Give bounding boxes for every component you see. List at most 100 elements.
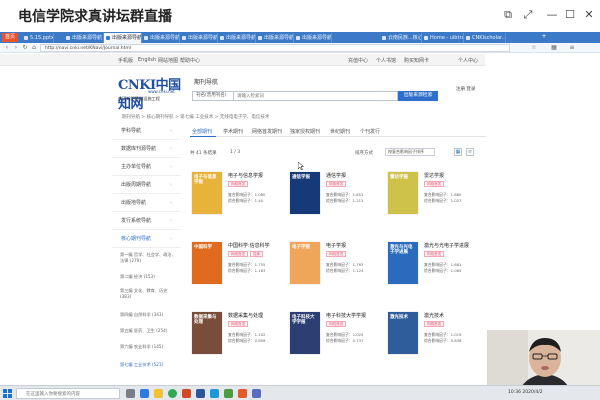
browser-tab[interactable]: 云南民族...核心期刊 <box>380 33 422 43</box>
search-button[interactable]: 出版来源检索 <box>398 91 438 101</box>
journal-card[interactable]: 数据采集与处理 数据采集与处理 网络首发 复合影响因子：1.102 综合影响因子：0.8… <box>192 312 288 372</box>
topnav-personal[interactable]: 个人中心 <box>458 57 478 64</box>
url-input[interactable]: http://navi.cnki.net/KNavi/Journal.html <box>40 44 510 52</box>
topnav-recharge[interactable]: 充值中心 <box>348 57 368 64</box>
grid-view-icon[interactable]: ▦ <box>454 148 462 156</box>
browser-tab[interactable]: 出版来源导航 <box>142 33 180 43</box>
sidebar-item-place[interactable]: 出版地导航 <box>112 194 180 212</box>
windows-start-icon[interactable] <box>3 389 12 398</box>
task-view-icon[interactable] <box>126 389 135 398</box>
journal-name[interactable]: 激光技术 <box>424 312 444 319</box>
qq-icon[interactable] <box>210 389 219 398</box>
journal-cover[interactable]: 电子与信息学报 <box>192 172 222 214</box>
browser-tab-active[interactable]: 出版来源导航 <box>104 33 142 43</box>
sidebar-sub-item[interactable]: 第五编 医药、卫生 (254) <box>120 328 178 334</box>
forward-icon[interactable]: › <box>12 44 20 52</box>
sidebar-sub-item[interactable]: 第四编 自然科学 (343) <box>120 312 178 318</box>
login-link[interactable]: 注册 登录 <box>456 86 475 92</box>
journal-name[interactable]: 电子科技大学学报 <box>326 312 366 319</box>
search-input[interactable] <box>234 91 398 101</box>
tray-clock[interactable]: 10:36 2020/4/2 <box>508 390 543 395</box>
tab-all[interactable]: 全部期刊 <box>192 128 212 135</box>
tab-academic[interactable]: 学术期刊 <box>223 128 243 135</box>
sidebar-item-core[interactable]: 核心期刊导航 <box>112 230 180 248</box>
sidebar-item-database[interactable]: 数据库刊源导航 <box>112 140 180 158</box>
extensions-icon[interactable]: ▦ <box>550 44 558 52</box>
sidebar-item-period[interactable]: 出版周期导航 <box>112 176 180 194</box>
pager[interactable]: 1 / 3 <box>230 150 240 155</box>
sidebar-item-sponsor[interactable]: 主办单位导航 <box>112 158 180 176</box>
star-icon[interactable]: ☆ <box>530 44 538 52</box>
journal-card[interactable]: 中国科学 中国科学:信息科学 网络首发 独家 复合影响因子：1.755 综合影响因子：1.… <box>192 242 288 302</box>
journal-card[interactable]: 电子科技大学学报 电子科技大学学报 网络首发 复合影响因子：1.025 综合影响因子：0… <box>290 312 386 372</box>
powerpoint-icon[interactable] <box>182 389 191 398</box>
refresh-icon[interactable]: ↻ <box>21 44 29 52</box>
tab-individual[interactable]: 个刊发行 <box>360 128 380 135</box>
sidebar-item-distribution[interactable]: 发行系统导航 <box>112 212 180 230</box>
topnav-sitemap[interactable]: 网站地图 <box>158 57 178 64</box>
explorer-icon[interactable] <box>154 389 163 398</box>
app-icon[interactable] <box>252 389 261 398</box>
journal-cover[interactable]: 数据采集与处理 <box>192 312 222 354</box>
journal-card[interactable]: 雷达学报 雷达学报 网络首发 复合影响因子：1.680 综合影响因子：1.027 <box>388 172 484 232</box>
sidebar-sub-item[interactable]: 第三编 文化、教育、历史 (383) <box>120 288 178 300</box>
tab-exclusive[interactable]: 独家授权期刊 <box>290 128 320 135</box>
search-field-select[interactable]: 刊名(曾用刊名) <box>192 91 234 101</box>
new-tab-icon[interactable]: + <box>540 33 548 41</box>
journal-card[interactable]: 激光技术 激光技术 网络首发 复合影响因子：1.019 综合影响因子：0.838 <box>388 312 484 372</box>
journal-card[interactable]: 电子学报 电子学报 网络首发 复合影响因子：1.763 综合影响因子：1.124 <box>290 242 386 302</box>
journal-cover[interactable]: 电子学报 <box>290 242 320 284</box>
topnav-library[interactable]: 个人书馆 <box>376 57 396 64</box>
taskbar-search-input[interactable] <box>16 388 120 399</box>
close-icon[interactable]: ✕ <box>582 8 596 22</box>
browser-tab[interactable]: 出版来源导航 <box>64 33 104 43</box>
sidebar-sub-item-active[interactable]: 第七编 工业技术 (521) <box>120 362 178 368</box>
chrome-icon[interactable] <box>168 389 177 398</box>
word-icon[interactable] <box>196 389 205 398</box>
browser-tab[interactable]: 出版来源导航 <box>218 33 256 43</box>
fullscreen-icon[interactable]: ⤢ <box>521 8 535 22</box>
journal-card[interactable]: 激光与光电子学进展 激光与光电子学进展 网络首发 复合影响因子：1.681 综合影响因子… <box>388 242 484 302</box>
ie-icon[interactable] <box>140 389 149 398</box>
journal-cover[interactable]: 电子科技大学学报 <box>290 312 320 354</box>
journal-cover[interactable]: 中国科学 <box>192 242 222 284</box>
sidebar-sub-item[interactable]: 第六编 农业科学 (145) <box>120 344 178 350</box>
tab-century[interactable]: 世纪期刊 <box>330 128 350 135</box>
sidebar-item-subject[interactable]: 学科导航 <box>112 122 180 140</box>
back-icon[interactable]: ‹ <box>3 44 11 52</box>
journal-name[interactable]: 电子学报 <box>326 242 346 249</box>
tab-online-first[interactable]: 网络首发期刊 <box>252 128 282 135</box>
tab-home[interactable]: 首页 <box>2 33 18 42</box>
journal-cover[interactable]: 通信学报 <box>290 172 320 214</box>
journal-name[interactable]: 通信学报 <box>326 172 346 179</box>
topnav-mobile[interactable]: 手机版 <box>118 57 133 64</box>
sort-select[interactable]: 按复合影响因子排序 <box>385 148 435 156</box>
menu-icon[interactable]: ≡ <box>568 44 576 52</box>
maximize-icon[interactable]: ☐ <box>563 8 577 22</box>
browser-tab[interactable]: 出版来源导航 <box>180 33 218 43</box>
browser-tab[interactable]: CNKIscholar... <box>464 33 506 43</box>
journal-cover[interactable]: 激光与光电子学进展 <box>388 242 418 284</box>
journal-name[interactable]: 数据采集与处理 <box>228 312 263 319</box>
sidebar-sub-item[interactable]: 第二编 经济 (153) <box>120 274 178 280</box>
journal-name[interactable]: 激光与光电子学进展 <box>424 242 469 249</box>
browser-tab[interactable]: Home - uibtra... <box>422 33 464 43</box>
search-title[interactable]: 期刊导航 <box>194 77 218 86</box>
minimize-icon[interactable]: — <box>545 8 559 22</box>
browser-tab[interactable]: 5.15.pptx <box>22 33 54 43</box>
sidebar-sub-item[interactable]: 第一编 哲学、社会学、政治、法律 (279) <box>120 252 178 264</box>
home-icon[interactable]: ⌂ <box>30 44 38 52</box>
journal-name[interactable]: 中国科学:信息科学 <box>228 242 270 249</box>
share-icon[interactable]: ⧉ <box>501 8 515 22</box>
journal-cover[interactable]: 激光技术 <box>388 312 418 354</box>
cnki-logo[interactable]: CNKI中国知网 www.cnki.net 中国知识基础设施工程 <box>118 74 192 112</box>
topnav-card[interactable]: 购买知网卡 <box>404 57 429 64</box>
list-view-icon[interactable]: ≡ <box>466 148 474 156</box>
topnav-english[interactable]: English <box>138 57 156 63</box>
browser-tab[interactable]: 出版来源导航 <box>294 33 332 43</box>
browser-tab[interactable]: 出版来源导航 <box>256 33 294 43</box>
journal-name[interactable]: 雷达学报 <box>424 172 444 179</box>
journal-card[interactable]: 电子与信息学报 电子与信息学报 网络首发 复合影响因子：1.080 综合影响因子：1.4… <box>192 172 288 232</box>
topnav-help[interactable]: 帮助中心 <box>180 57 200 64</box>
journal-card[interactable]: 通信学报 通信学报 网络首发 复合影响因子：1.851 综合影响因子：1.213 <box>290 172 386 232</box>
